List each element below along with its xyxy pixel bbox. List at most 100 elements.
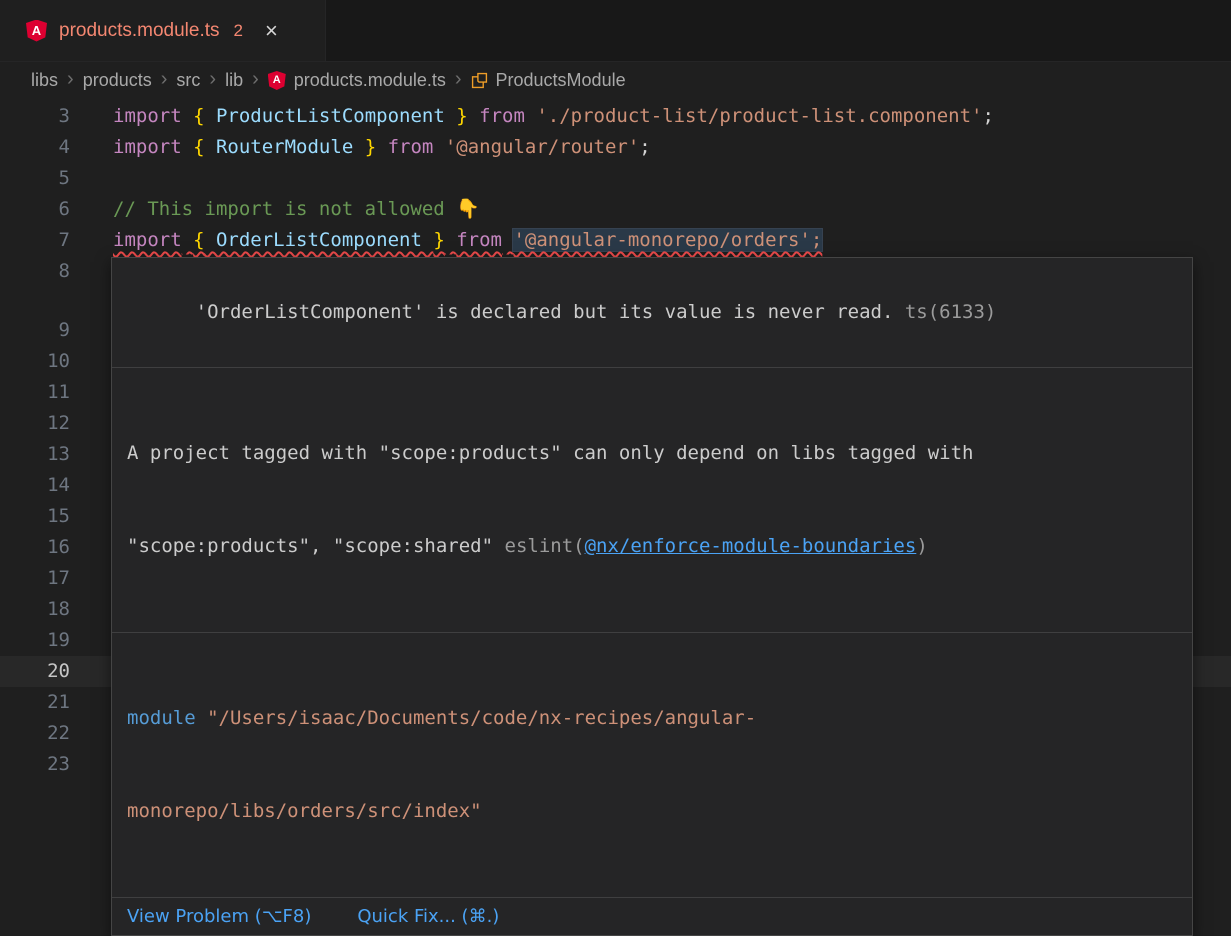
code-line-content: import { OrderListComponent } from '@ang…	[70, 225, 1231, 256]
line-number-23[interactable]: 23	[0, 749, 70, 780]
class-symbol-icon	[471, 72, 488, 89]
code-line-5[interactable]: 5	[0, 163, 1231, 194]
code-token	[433, 136, 444, 158]
code-token: }	[433, 229, 444, 251]
ts-diagnostic-code: ts(6133)	[893, 301, 996, 323]
line-number-22[interactable]: 22	[0, 718, 70, 749]
code-token	[445, 229, 456, 251]
code-token: ProductListComponent	[205, 105, 457, 127]
code-token	[182, 105, 193, 127]
eslint-message-line2: "scope:products", "scope:shared" eslint(…	[127, 531, 1177, 562]
hover-diagnostic-eslint: A project tagged with "scope:products" c…	[112, 367, 1192, 632]
line-number-13[interactable]: 13	[0, 439, 70, 470]
code-line-content: import { RouterModule } from '@angular/r…	[70, 132, 1231, 163]
chevron-right-icon: ›	[161, 68, 168, 91]
code-line-3[interactable]: 3import { ProductListComponent } from '.…	[0, 101, 1231, 132]
code-token: }	[456, 105, 467, 127]
line-number-17[interactable]: 17	[0, 563, 70, 594]
code-token: RouterModule	[205, 136, 365, 158]
tab-title: products.module.ts	[59, 20, 220, 42]
breadcrumb-folder-libs[interactable]: libs	[31, 70, 58, 91]
view-problem-link[interactable]: View Problem (⌥F8)	[127, 905, 311, 928]
code-token: }	[365, 136, 376, 158]
code-token: {	[193, 229, 204, 251]
hover-status-bar: View Problem (⌥F8) Quick Fix... (⌘.)	[112, 897, 1192, 935]
code-token	[468, 105, 479, 127]
code-line-content: import { ProductListComponent } from './…	[70, 101, 1231, 132]
angular-icon: A	[268, 71, 286, 90]
code-line-6[interactable]: 6// This import is not allowed 👇	[0, 194, 1231, 225]
code-line-4[interactable]: 4import { RouterModule } from '@angular/…	[0, 132, 1231, 163]
code-token: from	[479, 105, 525, 127]
code-line-content: // This import is not allowed 👇	[70, 194, 1231, 225]
breadcrumb-file[interactable]: Aproducts.module.ts	[268, 70, 446, 91]
line-number-21[interactable]: 21	[0, 687, 70, 718]
tab-products-module[interactable]: A products.module.ts 2 ×	[0, 0, 326, 61]
line-number-14[interactable]: 14	[0, 470, 70, 501]
hover-diagnostic-ts: 'OrderListComponent' is declared but its…	[112, 258, 1192, 367]
eslint-rule-suffix: )	[916, 535, 927, 557]
code-token: OrderListComponent	[205, 229, 434, 251]
editor: 3import { ProductListComponent } from '.…	[0, 99, 1231, 780]
line-number-7[interactable]: 7	[0, 225, 70, 256]
code-token	[376, 136, 387, 158]
code-token: {	[193, 136, 204, 158]
line-number-9[interactable]: 9	[0, 315, 70, 346]
line-number-15[interactable]: 15	[0, 501, 70, 532]
code-token: './product-list/product-list.component'	[536, 105, 982, 127]
quick-fix-link[interactable]: Quick Fix... (⌘.)	[357, 905, 499, 928]
chevron-right-icon: ›	[455, 68, 462, 91]
line-number-12[interactable]: 12	[0, 408, 70, 439]
line-number-6[interactable]: 6	[0, 194, 70, 225]
angular-icon: A	[26, 20, 47, 42]
line-number-10[interactable]: 10	[0, 346, 70, 377]
eslint-rule-link[interactable]: @nx/enforce-module-boundaries	[585, 535, 917, 557]
code-token	[525, 105, 536, 127]
line-number-18[interactable]: 18	[0, 594, 70, 625]
eslint-message-line1: A project tagged with "scope:products" c…	[127, 438, 1177, 469]
line-number-3[interactable]: 3	[0, 101, 70, 132]
hover-popup: 'OrderListComponent' is declared but its…	[111, 257, 1193, 936]
chevron-right-icon: ›	[252, 68, 259, 91]
line-number-8[interactable]: 8	[0, 256, 70, 287]
close-icon[interactable]: ×	[265, 20, 278, 42]
module-keyword: module	[127, 707, 196, 729]
code-token	[502, 229, 513, 251]
breadcrumb-folder-src[interactable]: src	[176, 70, 200, 91]
code-token: import	[113, 229, 182, 251]
code-line-7[interactable]: 7import { OrderListComponent } from '@an…	[0, 225, 1231, 256]
line-number-20[interactable]: 20	[0, 656, 70, 687]
line-number-5[interactable]: 5	[0, 163, 70, 194]
tab-problem-count-badge: 2	[234, 21, 243, 41]
line-number-16[interactable]: 16	[0, 532, 70, 563]
code-token	[182, 229, 193, 251]
line-number-19[interactable]: 19	[0, 625, 70, 656]
breadcrumb-folder-lib[interactable]: lib	[225, 70, 243, 91]
module-path-line2: monorepo/libs/orders/src/index"	[127, 796, 1177, 827]
line-number-4[interactable]: 4	[0, 132, 70, 163]
eslint-rule-prefix: eslint(	[505, 535, 585, 557]
module-path-line1: module "/Users/isaac/Documents/code/nx-r…	[127, 703, 1177, 734]
code-token: import	[113, 136, 182, 158]
chevron-right-icon: ›	[67, 68, 74, 91]
code-token: // This import is not allowed	[113, 198, 456, 220]
code-token: 👇	[456, 198, 480, 220]
tab-bar: A products.module.ts 2 ×	[0, 0, 1231, 62]
chevron-right-icon: ›	[209, 68, 216, 91]
hover-module-path: module "/Users/isaac/Documents/code/nx-r…	[112, 632, 1192, 897]
code-token: ;	[639, 136, 650, 158]
code-token: from	[456, 229, 502, 251]
ts-diagnostic-message: 'OrderListComponent' is declared but its…	[196, 301, 894, 323]
code-token: ;	[982, 105, 993, 127]
line-number-11[interactable]: 11	[0, 377, 70, 408]
code-token	[182, 136, 193, 158]
breadcrumb-symbol[interactable]: ProductsModule	[471, 70, 626, 91]
breadcrumb: libs › products › src › lib › Aproducts.module.t…	[0, 62, 1231, 99]
code-token: '@angular/router'	[445, 136, 639, 158]
code-token: from	[388, 136, 434, 158]
code-token: {	[193, 105, 204, 127]
code-token: import	[113, 105, 182, 127]
breadcrumb-folder-products[interactable]: products	[83, 70, 152, 91]
code-token: '@angular-monorepo/orders';	[513, 229, 822, 251]
code-line-content	[70, 163, 1231, 194]
